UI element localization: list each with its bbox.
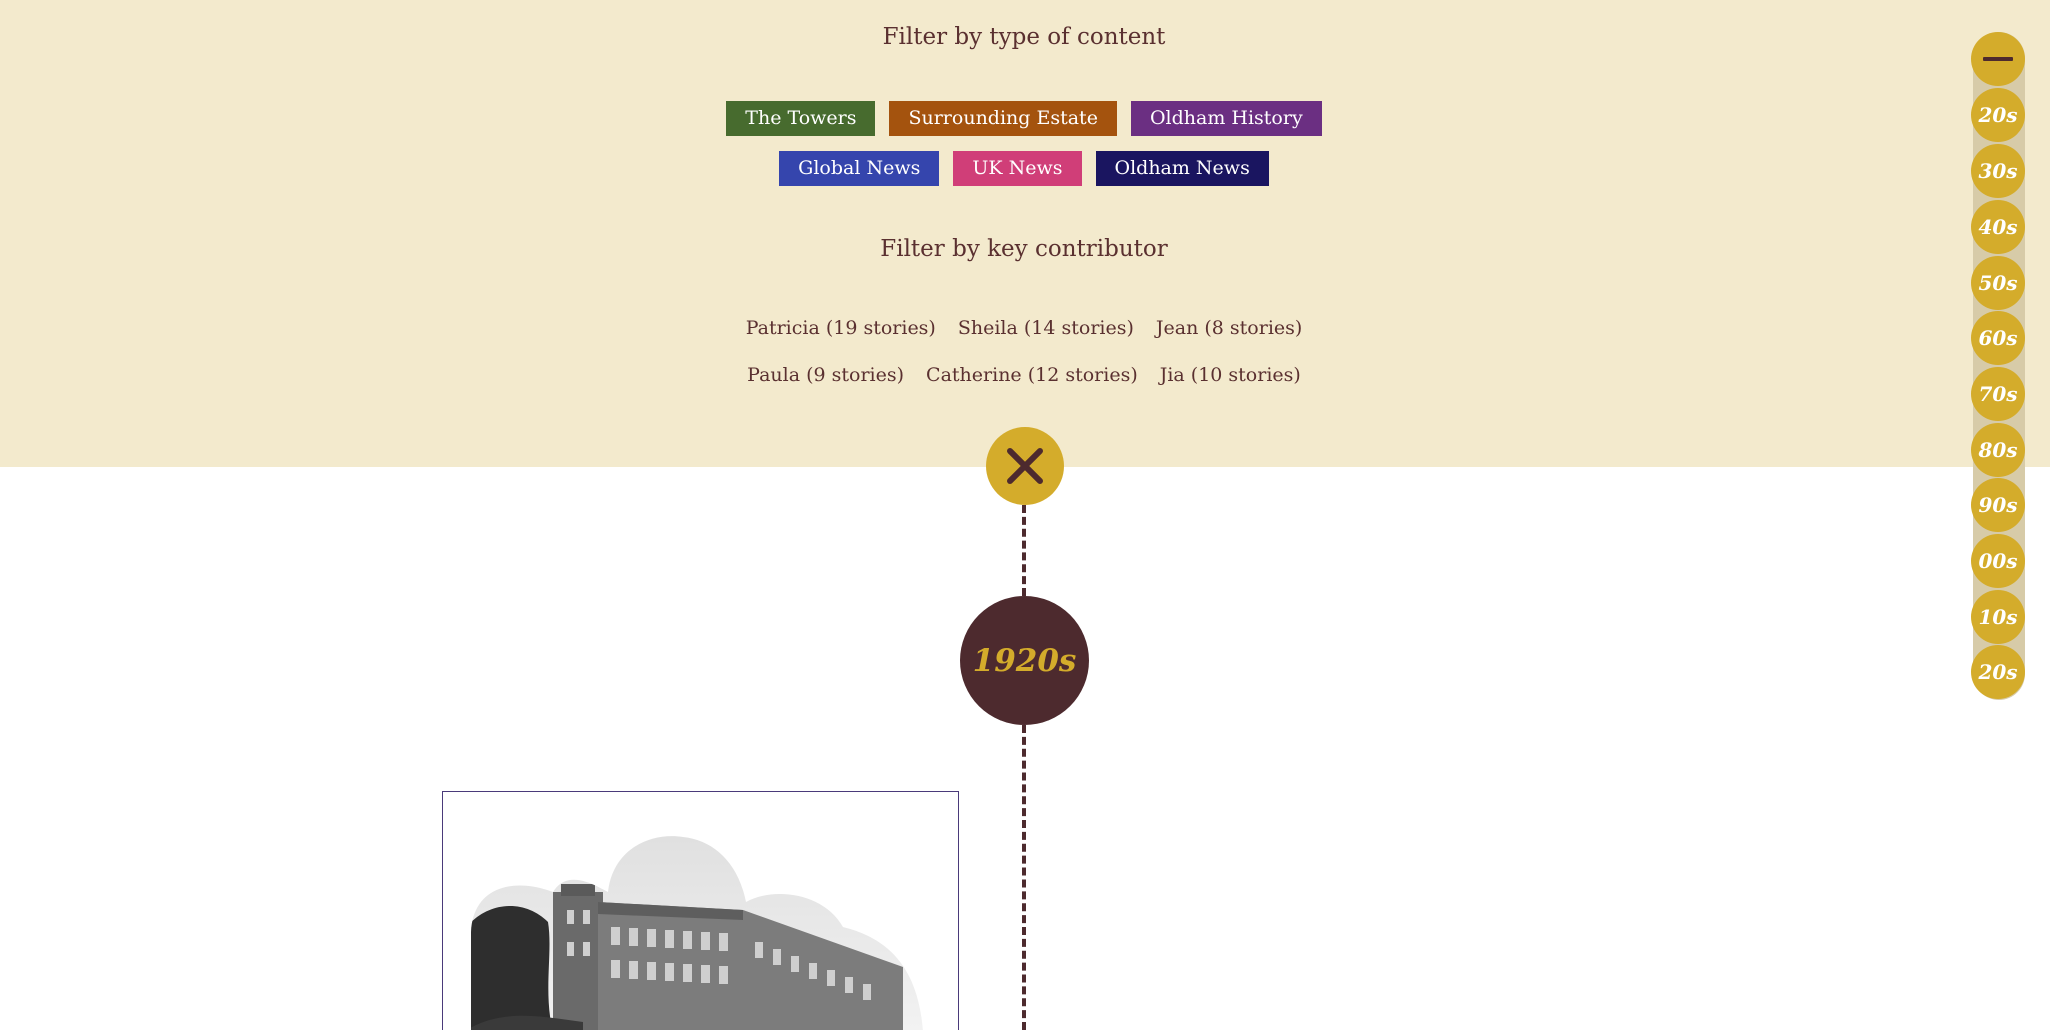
close-filters-button[interactable] <box>986 427 1064 505</box>
contributor-row-1: Patricia (19 stories) Sheila (14 stories… <box>0 317 2048 339</box>
story-photo <box>471 836 923 1030</box>
contributor-paula[interactable]: Paula (9 stories) <box>747 364 904 386</box>
contributor-row-2: Paula (9 stories) Catherine (12 stories)… <box>0 364 2048 386</box>
close-x-icon <box>1007 448 1043 484</box>
collapse-nav-button[interactable] <box>1971 32 2025 86</box>
story-card[interactable] <box>442 791 959 1030</box>
content-filter-heading: Filter by type of content <box>882 24 1166 50</box>
decade-link-40s[interactable]: 40s <box>1971 200 2025 254</box>
filter-tag-surrounding-estate[interactable]: Surrounding Estate <box>889 101 1117 136</box>
filter-tag-the-towers[interactable]: The Towers <box>726 101 876 136</box>
decade-link-20s-recent[interactable]: 20s <box>1971 645 2025 699</box>
decade-marker: 1920s <box>960 596 1089 725</box>
contributor-jean[interactable]: Jean (8 stories) <box>1156 317 1302 339</box>
decade-link-30s[interactable]: 30s <box>1971 144 2025 198</box>
decade-link-10s[interactable]: 10s <box>1971 590 2025 644</box>
filter-tag-global-news[interactable]: Global News <box>779 151 940 186</box>
filter-panel: Filter by type of content The Towers Sur… <box>0 0 2050 467</box>
filter-tag-oldham-news[interactable]: Oldham News <box>1095 151 1269 186</box>
contributor-filter-heading: Filter by key contributor <box>880 236 1168 262</box>
filter-tag-uk-news[interactable]: UK News <box>953 151 1082 186</box>
contributor-sheila[interactable]: Sheila (14 stories) <box>958 317 1134 339</box>
timeline-line-bottom <box>1022 725 1026 1030</box>
decade-link-00s[interactable]: 00s <box>1971 534 2025 588</box>
filter-tag-oldham-history[interactable]: Oldham History <box>1130 101 1322 136</box>
contributor-catherine[interactable]: Catherine (12 stories) <box>926 364 1138 386</box>
timeline-line-top <box>1022 505 1026 596</box>
minus-icon <box>1983 57 2013 61</box>
content-type-row-2: Global News UK News Oldham News <box>0 151 2048 186</box>
content-type-row-1: The Towers Surrounding Estate Oldham His… <box>0 101 2048 136</box>
contributor-jia[interactable]: Jia (10 stories) <box>1160 364 1301 386</box>
decade-marker-label: 1920s <box>972 642 1077 679</box>
decade-link-70s[interactable]: 70s <box>1971 367 2025 421</box>
decade-link-60s[interactable]: 60s <box>1971 311 2025 365</box>
decade-link-20s[interactable]: 20s <box>1971 88 2025 142</box>
decade-link-80s[interactable]: 80s <box>1971 423 2025 477</box>
contributor-patricia[interactable]: Patricia (19 stories) <box>746 317 936 339</box>
decade-link-90s[interactable]: 90s <box>1971 478 2025 532</box>
decade-link-50s[interactable]: 50s <box>1971 256 2025 310</box>
